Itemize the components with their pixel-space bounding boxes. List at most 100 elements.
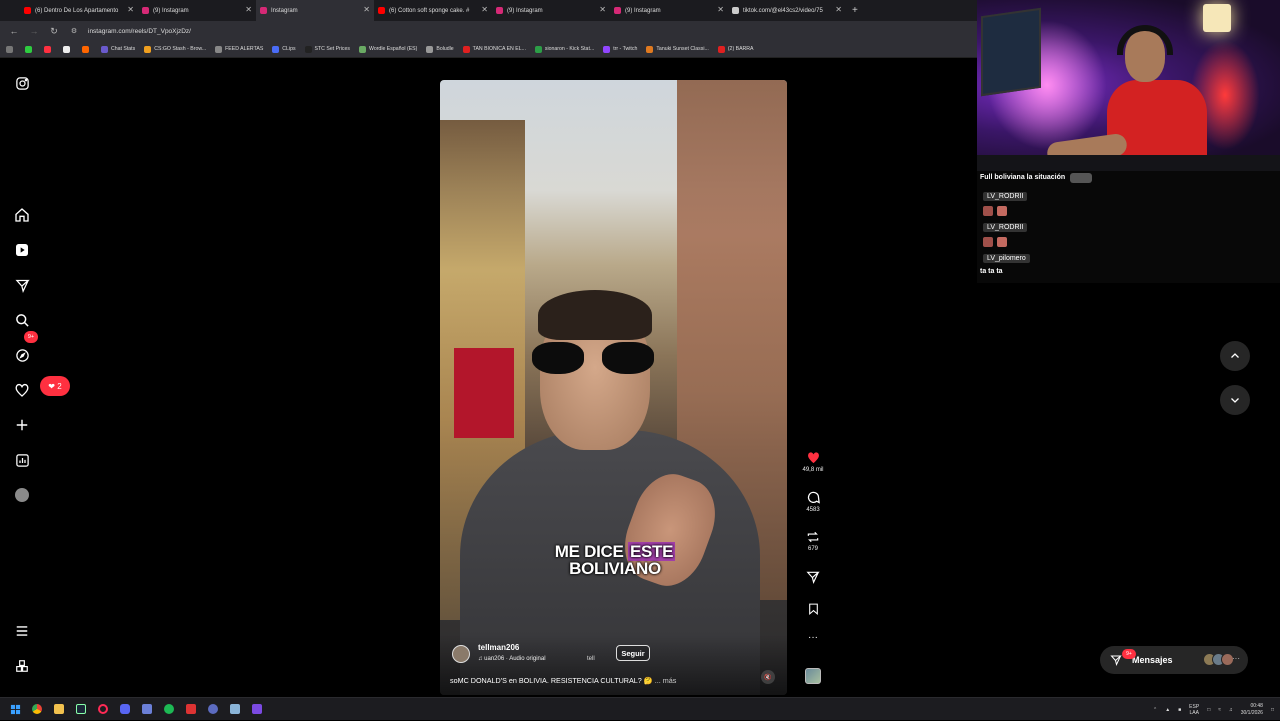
- browser-tab[interactable]: (9) Instagram ✕: [138, 0, 256, 21]
- tab-close-icon[interactable]: ✕: [127, 5, 134, 14]
- browser-tab[interactable]: (6) Dentro De Los Apartamento ✕: [20, 0, 138, 21]
- network-icon[interactable]: ▲: [1165, 707, 1170, 713]
- bookmark-label: Wordle Español (ES): [369, 46, 418, 52]
- browser-tab[interactable]: (9) Instagram ✕: [610, 0, 728, 21]
- send-message-icon: [1110, 655, 1122, 666]
- bookmark-icon-2[interactable]: [44, 45, 54, 53]
- search-icon[interactable]: [13, 311, 31, 329]
- follow-button[interactable]: Seguir: [616, 645, 650, 661]
- bookmark-item[interactable]: trr - Twitch: [603, 45, 637, 53]
- send-icon[interactable]: [13, 276, 31, 294]
- browser-tab[interactable]: (9) Instagram ✕: [492, 0, 610, 21]
- heart-icon[interactable]: [13, 381, 31, 399]
- dashboard-icon[interactable]: [13, 451, 31, 469]
- tab-close-icon[interactable]: ✕: [599, 5, 606, 14]
- bookmark-item[interactable]: TAN BIONICA EN EL...: [462, 45, 526, 53]
- tab-close-icon[interactable]: ✕: [717, 5, 724, 14]
- save-action[interactable]: [798, 602, 828, 616]
- comment-action[interactable]: 4583: [798, 490, 828, 513]
- browser-tab[interactable]: Instagram ✕: [256, 0, 374, 21]
- bookmark-icon-3[interactable]: [63, 45, 73, 53]
- new-tab-button[interactable]: +: [852, 5, 858, 16]
- menu-icon[interactable]: [13, 622, 31, 640]
- author-avatar[interactable]: [452, 645, 470, 663]
- like-heart-icon[interactable]: [798, 450, 828, 465]
- puzzle-app-icon[interactable]: [224, 698, 246, 721]
- mute-icon[interactable]: 🔇: [761, 670, 775, 684]
- chrome-icon[interactable]: [26, 698, 48, 721]
- reels-icon[interactable]: [13, 241, 31, 259]
- bookmark-label: sionaron - Kick Stat...: [544, 46, 595, 52]
- bookmark-favicon-icon: [717, 45, 725, 53]
- more-options-icon[interactable]: ···: [798, 633, 828, 643]
- repost-action[interactable]: 679: [798, 530, 828, 552]
- tab-close-icon[interactable]: ✕: [245, 5, 252, 14]
- url-field[interactable]: instagram.com/reels/DT_VpoXjzDz/: [88, 28, 191, 35]
- file-explorer-icon[interactable]: [48, 698, 70, 721]
- share-action[interactable]: [798, 570, 828, 584]
- home-icon[interactable]: [13, 206, 31, 224]
- explore-icon[interactable]: [13, 346, 31, 364]
- volume-icon[interactable]: ♫: [1229, 707, 1233, 713]
- language-indicator[interactable]: ESP LAA: [1189, 704, 1199, 716]
- audio-thumbnail[interactable]: [805, 668, 821, 684]
- bookmark-item[interactable]: FEED ALERTAS: [215, 45, 263, 53]
- browser-tab[interactable]: tiktok.com/@el43cs2/video/75 ✕: [728, 0, 846, 21]
- streamer-webcam: [977, 0, 1280, 171]
- notifications-icon[interactable]: □: [1271, 707, 1274, 713]
- calendar-app-icon[interactable]: [180, 698, 202, 721]
- profile-avatar[interactable]: [13, 486, 31, 504]
- bookmark-item[interactable]: Wordle Español (ES): [359, 45, 418, 53]
- reel-video[interactable]: ME DICE ESTE BOLIVIANO tellman206 ♫ uan2…: [440, 80, 787, 695]
- more-link[interactable]: ... más: [655, 676, 677, 685]
- bookmark-item[interactable]: CS:GO Stash - Brow...: [144, 45, 206, 53]
- forward-icon[interactable]: →: [28, 26, 40, 36]
- bookmark-item[interactable]: CLips: [272, 45, 296, 53]
- repost-icon[interactable]: [798, 530, 828, 544]
- chevron-up-tray-icon[interactable]: ⌃: [1153, 707, 1157, 713]
- create-icon[interactable]: [13, 416, 31, 434]
- bookmark-item[interactable]: Chat Stats: [101, 45, 135, 53]
- tab-close-icon[interactable]: ✕: [835, 5, 842, 14]
- bookmark-item[interactable]: Tanuki Sunset Classi...: [646, 45, 709, 53]
- audio-label[interactable]: ♫ uan206 · Audio original: [478, 656, 546, 662]
- tab-close-icon[interactable]: ✕: [363, 5, 370, 14]
- bookmark-item[interactable]: STC Set Prices: [304, 45, 350, 53]
- previous-reel-button[interactable]: [1220, 341, 1250, 371]
- clock[interactable]: 00:48 30/1/2026: [1241, 703, 1263, 717]
- site-info-icon[interactable]: ⚙: [68, 27, 80, 35]
- author-username[interactable]: tellman206: [478, 643, 519, 652]
- like-action[interactable]: 49,8 mil: [798, 450, 828, 473]
- notifications-badge[interactable]: ❤ 2: [40, 376, 70, 396]
- messages-button[interactable]: 9+ Mensajes ···: [1100, 646, 1248, 674]
- bookmark-item[interactable]: (2) BARRA: [717, 45, 753, 53]
- back-icon[interactable]: ←: [8, 26, 20, 36]
- purple-app-icon[interactable]: [246, 698, 268, 721]
- usb-icon[interactable]: ■: [1178, 707, 1181, 713]
- tab-favicon-icon: [496, 7, 503, 14]
- apps-icon[interactable]: [6, 45, 16, 53]
- discord-icon[interactable]: [114, 698, 136, 721]
- share-icon[interactable]: [798, 570, 828, 584]
- wifi-icon[interactable]: ≈: [1218, 707, 1221, 713]
- display-icon[interactable]: □: [1207, 707, 1210, 713]
- spotify-icon[interactable]: [158, 698, 180, 721]
- tab-close-icon[interactable]: ✕: [481, 5, 488, 14]
- app-window-icon[interactable]: [136, 698, 158, 721]
- bookmark-icon-1[interactable]: [25, 45, 35, 53]
- browser-tab[interactable]: (6) Cotton soft sponge cake. # ✕: [374, 0, 492, 21]
- more-apps-icon[interactable]: [13, 657, 31, 675]
- reload-icon[interactable]: ↻: [48, 26, 60, 37]
- bookmark-item[interactable]: Boludle: [426, 45, 454, 53]
- next-reel-button[interactable]: [1220, 385, 1250, 415]
- opera-gx-icon[interactable]: [92, 698, 114, 721]
- steam-icon[interactable]: [70, 698, 92, 721]
- instagram-logo-icon[interactable]: [13, 74, 31, 92]
- bookmark-item[interactable]: sionaron - Kick Stat...: [534, 45, 595, 53]
- comment-icon[interactable]: [798, 490, 828, 505]
- bookmark-icon[interactable]: [798, 602, 828, 616]
- start-icon[interactable]: [4, 698, 26, 721]
- vpn-icon[interactable]: [202, 698, 224, 721]
- bookmark-icon-4[interactable]: [82, 45, 92, 53]
- bookmark-favicon-icon: [359, 45, 367, 53]
